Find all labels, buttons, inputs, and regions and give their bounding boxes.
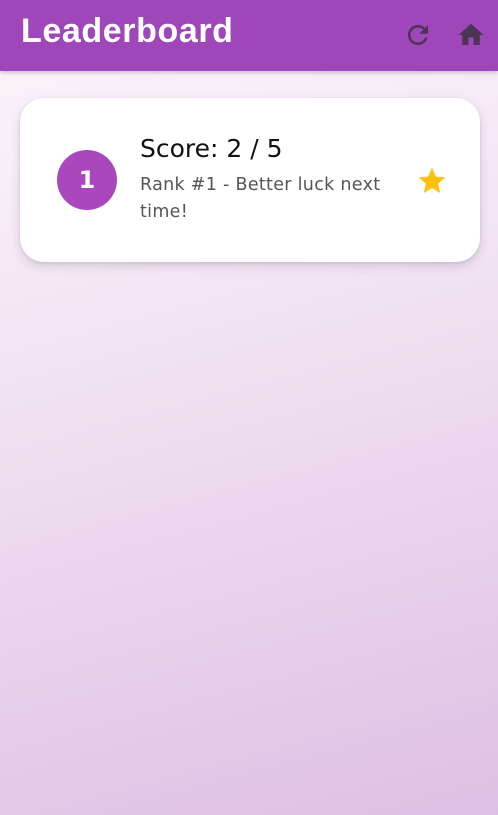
home-icon[interactable] <box>456 20 486 50</box>
refresh-icon[interactable] <box>403 20 433 50</box>
rank-avatar: 1 <box>57 150 117 210</box>
leaderboard-entry-card[interactable]: 1 Score: 2 / 5 Rank #1 - Better luck nex… <box>20 98 480 262</box>
star-icon <box>416 165 448 197</box>
app-bar: Leaderboard <box>0 0 498 71</box>
score-text: Score: 2 / 5 <box>140 134 283 163</box>
page-title: Leaderboard <box>21 12 234 50</box>
rank-message: Rank #1 - Better luck next time! <box>140 175 381 222</box>
